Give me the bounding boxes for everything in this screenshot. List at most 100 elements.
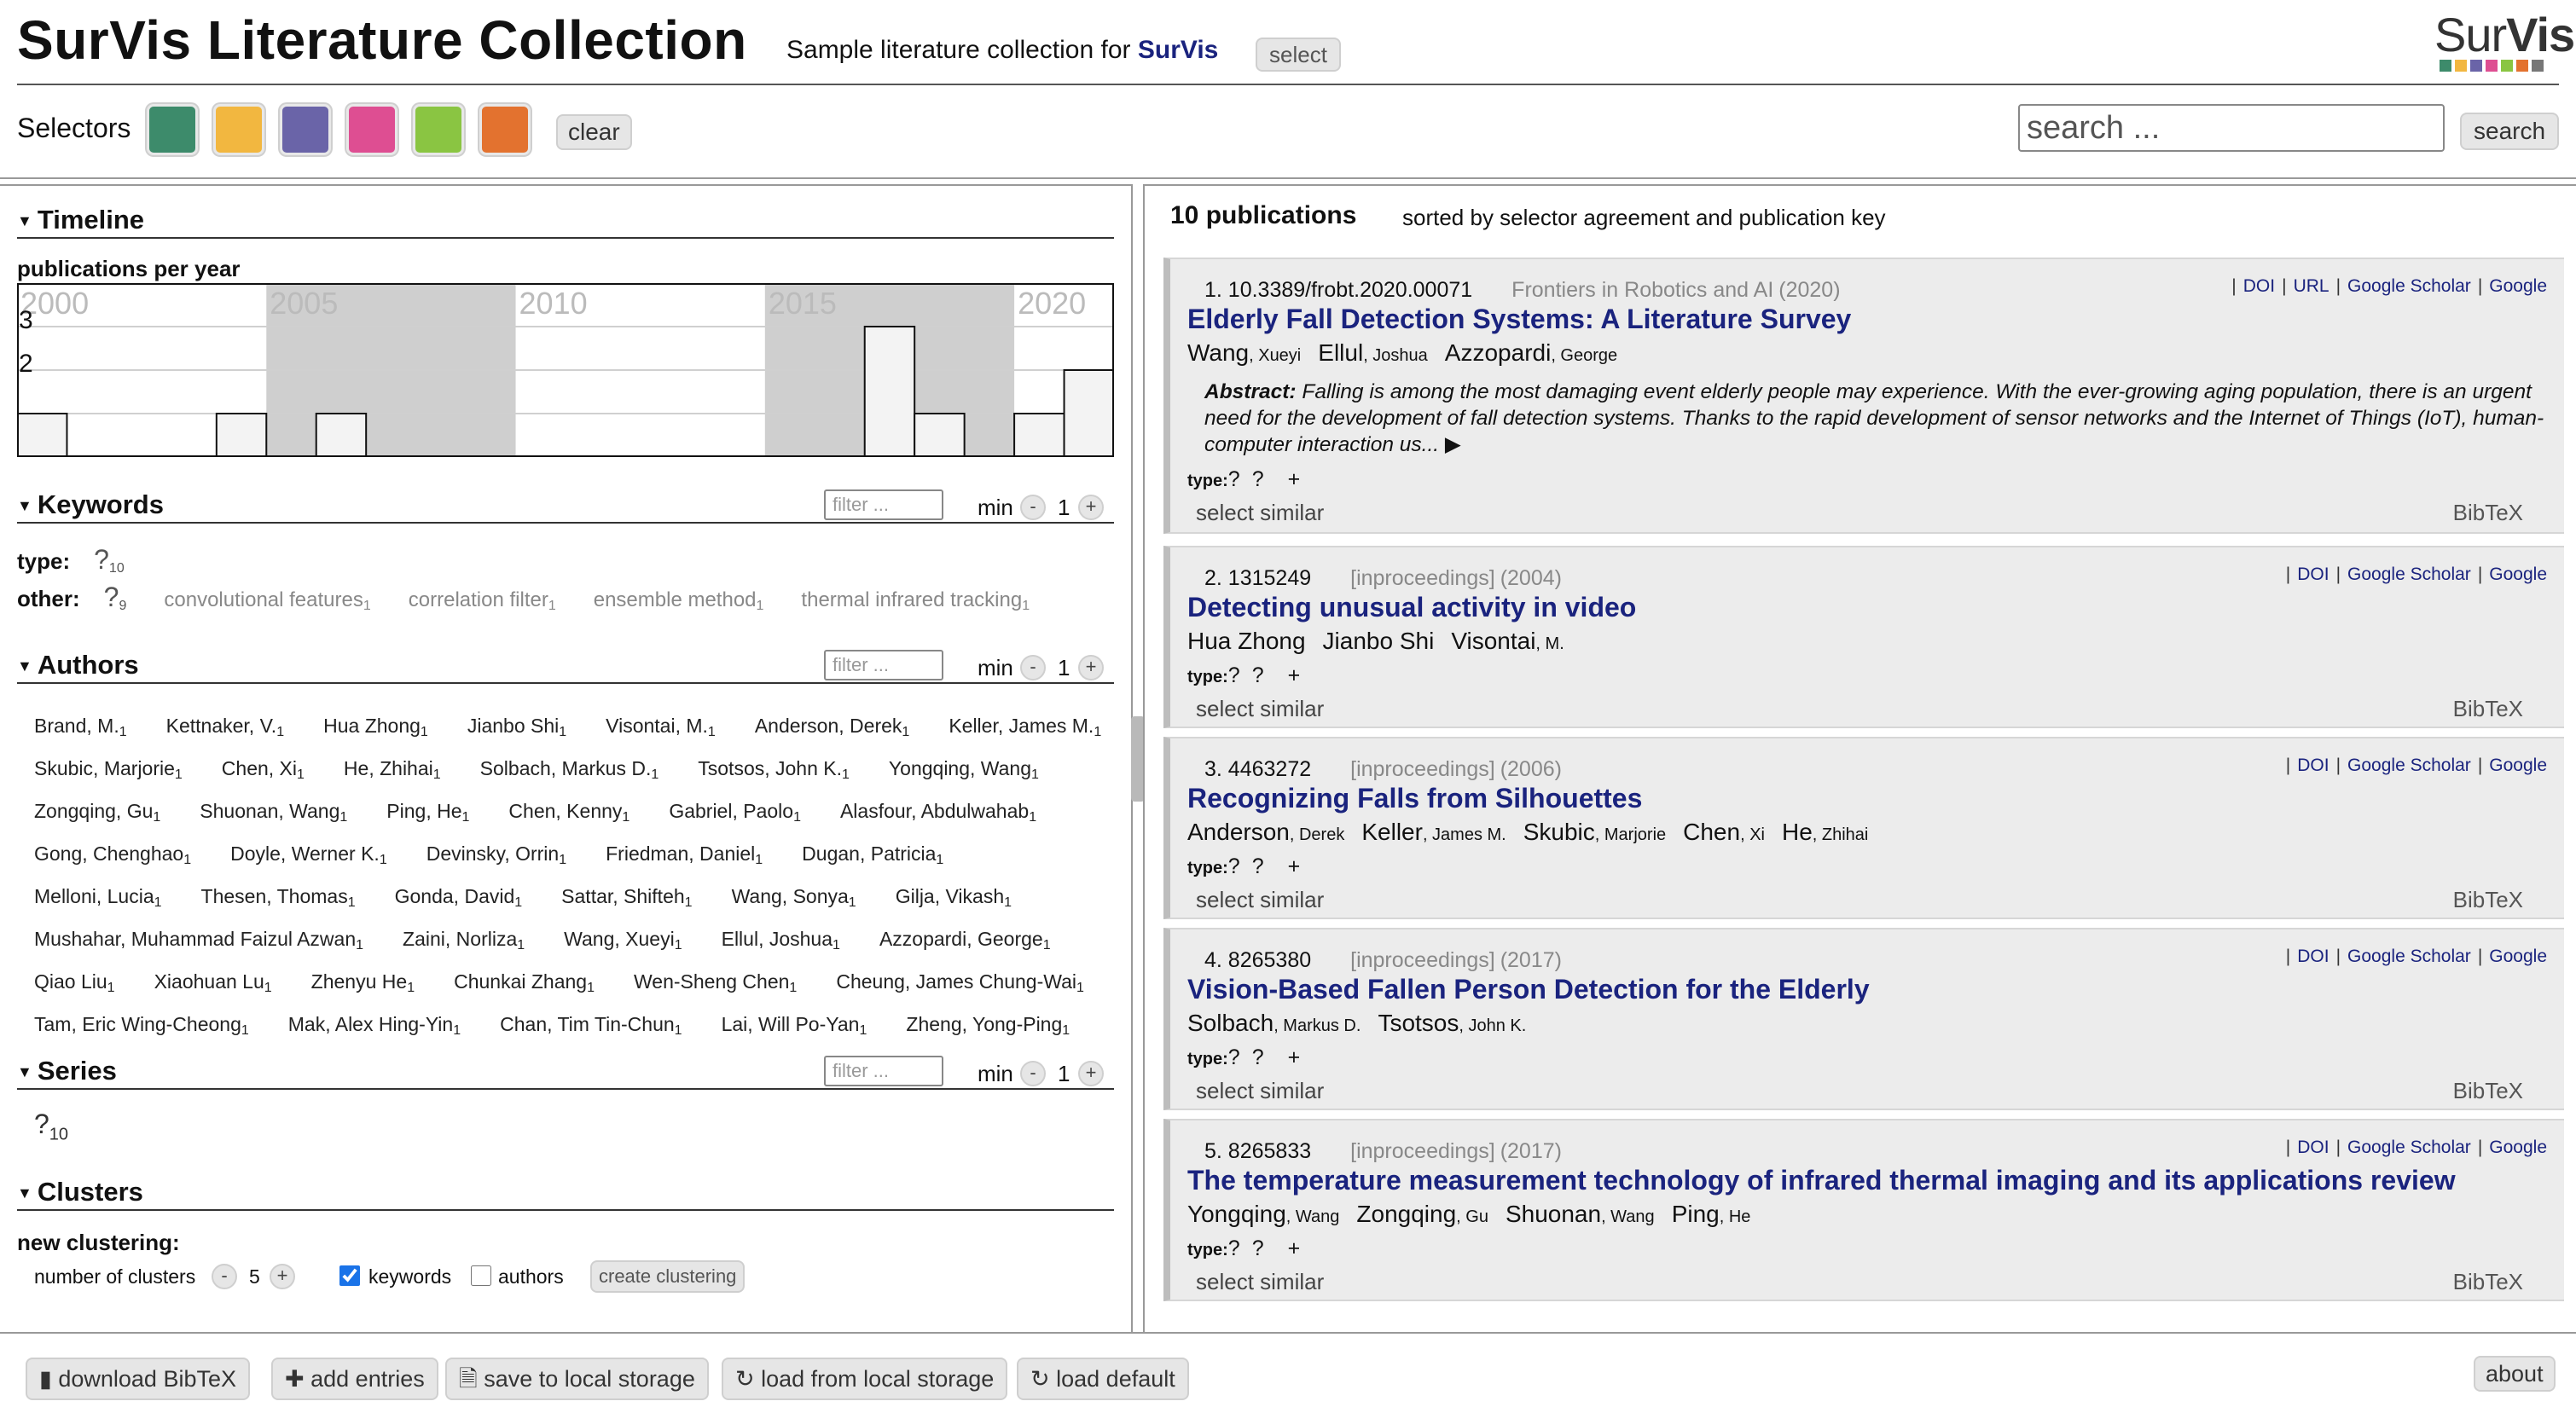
author-tag[interactable]: Zaini, Norliza1 [403, 921, 525, 964]
selector-swatch-6[interactable] [479, 104, 531, 155]
author-tag[interactable]: Gabriel, Paolo1 [669, 793, 801, 836]
publication-author-last[interactable]: Chen [1683, 819, 1740, 845]
add-keyword-icon[interactable]: + [1288, 1236, 1301, 1260]
link-google-scholar[interactable]: Google Scholar [2347, 276, 2471, 296]
author-tag[interactable]: Gonda, David1 [395, 878, 523, 921]
timeline-bar[interactable] [17, 413, 68, 457]
link-doi[interactable]: DOI [2243, 276, 2275, 296]
keyword-value[interactable]: ? [1252, 1045, 1264, 1069]
author-tag[interactable]: Dugan, Patricia1 [802, 836, 943, 878]
author-tag[interactable]: Kettnaker, V.1 [166, 708, 284, 750]
author-tag[interactable]: Wang, Sonya1 [732, 878, 856, 921]
author-tag[interactable]: Tam, Eric Wing-Cheong1 [34, 1006, 249, 1049]
timeline-bar[interactable] [1013, 413, 1065, 457]
publication-author-last[interactable]: Ellul [1318, 339, 1363, 366]
publication-author-last[interactable]: Ping [1672, 1201, 1720, 1227]
publication-author-last[interactable]: Shuonan [1506, 1201, 1601, 1227]
link-google-scholar[interactable]: Google Scholar [2347, 947, 2471, 966]
author-tag[interactable]: Sattar, Shifteh1 [561, 878, 692, 921]
author-tag[interactable]: Zhenyu He1 [311, 964, 415, 1006]
series-min-increase-button[interactable]: + [1078, 1061, 1104, 1086]
publication-author-last[interactable]: Visontai [1451, 628, 1535, 654]
link-google[interactable]: Google [2489, 276, 2547, 296]
clusters-increase-button[interactable]: + [270, 1264, 295, 1289]
publication-author-last[interactable]: Solbach [1187, 1010, 1273, 1036]
keyword-other-tag[interactable]: ?9 [104, 582, 127, 614]
series-section-title[interactable]: ▼ Series [17, 1056, 117, 1086]
clear-selectors-button[interactable]: clear [556, 114, 632, 150]
type-value[interactable]: ? [1228, 1045, 1240, 1069]
download-bibtex-button[interactable]: ▮ download BibTeX [26, 1358, 251, 1400]
series-min-decrease-button[interactable]: - [1020, 1061, 1046, 1086]
select-similar-button[interactable]: select similar [1196, 1269, 1324, 1295]
keyword-other-tag[interactable]: convolutional features1 [164, 588, 370, 614]
link-google-scholar[interactable]: Google Scholar [2347, 756, 2471, 775]
selector-swatch-5[interactable] [413, 104, 464, 155]
timeline-section-title[interactable]: ▼ Timeline [17, 205, 144, 235]
keyword-other-tag[interactable]: ensemble method1 [594, 588, 764, 614]
keyword-value[interactable]: ? [1252, 663, 1264, 687]
author-tag[interactable]: Alasfour, Abdulwahab1 [840, 793, 1036, 836]
bibtex-button[interactable]: BibTeX [2453, 1078, 2523, 1104]
author-tag[interactable]: Lai, Will Po-Yan1 [722, 1006, 867, 1049]
publication-title[interactable]: Recognizing Falls from Silhouettes [1187, 783, 1642, 814]
author-tag[interactable]: Melloni, Lucia1 [34, 878, 162, 921]
selector-swatch-2[interactable] [213, 104, 264, 155]
publication-title[interactable]: The temperature measurement technology o… [1187, 1165, 2456, 1196]
link-google[interactable]: Google [2489, 1138, 2547, 1157]
link-google[interactable]: Google [2489, 947, 2547, 966]
add-keyword-icon[interactable]: + [1288, 854, 1301, 878]
load-default-button[interactable]: ↻ load default [1017, 1358, 1189, 1400]
author-tag[interactable]: Qiao Liu1 [34, 964, 115, 1006]
author-tag[interactable]: Chen, Xi1 [222, 750, 305, 793]
author-tag[interactable]: Cheung, James Chung-Wai1 [836, 964, 1084, 1006]
bibtex-button[interactable]: BibTeX [2453, 500, 2523, 526]
load-local-storage-button[interactable]: ↻ load from local storage [722, 1358, 1008, 1400]
author-tag[interactable]: Azzopardi, George1 [879, 921, 1051, 964]
link-google-scholar[interactable]: Google Scholar [2347, 565, 2471, 584]
link-doi[interactable]: DOI [2297, 1138, 2329, 1157]
timeline-chart[interactable]: 2000 2005 2010 2015 202032 [17, 283, 1114, 457]
authors-section-title[interactable]: ▼ Authors [17, 650, 139, 680]
author-tag[interactable]: Yongqing, Wang1 [889, 750, 1039, 793]
bibtex-button[interactable]: BibTeX [2453, 696, 2523, 722]
publication-title[interactable]: Vision-Based Fallen Person Detection for… [1187, 974, 1870, 1005]
keyword-value[interactable]: ? [1252, 467, 1264, 491]
bibtex-button[interactable]: BibTeX [2453, 1269, 2523, 1295]
publication-author-last[interactable]: Anderson [1187, 819, 1290, 845]
publication-author-last[interactable]: Wang [1187, 339, 1249, 366]
publication-abstract[interactable]: Abstract: Falling is among the most dama… [1204, 379, 2552, 458]
author-tag[interactable]: Skubic, Marjorie1 [34, 750, 183, 793]
type-value[interactable]: ? [1228, 854, 1240, 878]
publication-author-last[interactable]: Jianbo Shi [1323, 628, 1435, 654]
author-tag[interactable]: Friedman, Daniel1 [606, 836, 763, 878]
keyword-value[interactable]: ? [1252, 854, 1264, 878]
link-doi[interactable]: DOI [2297, 565, 2329, 584]
clusters-section-title[interactable]: ▼ Clusters [17, 1177, 143, 1207]
publication-author-last[interactable]: Yongqing [1187, 1201, 1286, 1227]
author-tag[interactable]: Tsotsos, John K.1 [698, 750, 850, 793]
author-tag[interactable]: Doyle, Werner K.1 [230, 836, 387, 878]
series-tag[interactable]: ?10 [34, 1109, 68, 1144]
author-tag[interactable]: Visontai, M.1 [606, 708, 716, 750]
author-tag[interactable]: Devinsky, Orrin1 [426, 836, 566, 878]
authors-filter-input[interactable] [824, 650, 943, 680]
cluster-keywords-checkbox[interactable] [339, 1265, 360, 1286]
author-tag[interactable]: Mushahar, Muhammad Faizul Azwan1 [34, 921, 363, 964]
link-doi[interactable]: DOI [2297, 756, 2329, 775]
keyword-other-tag[interactable]: correlation filter1 [409, 588, 556, 614]
keywords-section-title[interactable]: ▼ Keywords [17, 489, 164, 520]
publication-author-last[interactable]: Keller [1361, 819, 1423, 845]
author-tag[interactable]: Mak, Alex Hing-Yin1 [288, 1006, 461, 1049]
link-google[interactable]: Google [2489, 565, 2547, 584]
author-tag[interactable]: Solbach, Markus D.1 [480, 750, 659, 793]
author-tag[interactable]: Chen, Kenny1 [508, 793, 629, 836]
add-keyword-icon[interactable]: + [1288, 663, 1301, 687]
keyword-type-tag[interactable]: ?10 [94, 544, 125, 576]
type-value[interactable]: ? [1228, 663, 1240, 687]
selector-swatch-1[interactable] [147, 104, 198, 155]
link-doi[interactable]: DOI [2297, 947, 2329, 966]
select-similar-button[interactable]: select similar [1196, 696, 1324, 722]
publication-author-last[interactable]: He [1782, 819, 1813, 845]
publication-author-last[interactable]: Azzopardi [1445, 339, 1552, 366]
